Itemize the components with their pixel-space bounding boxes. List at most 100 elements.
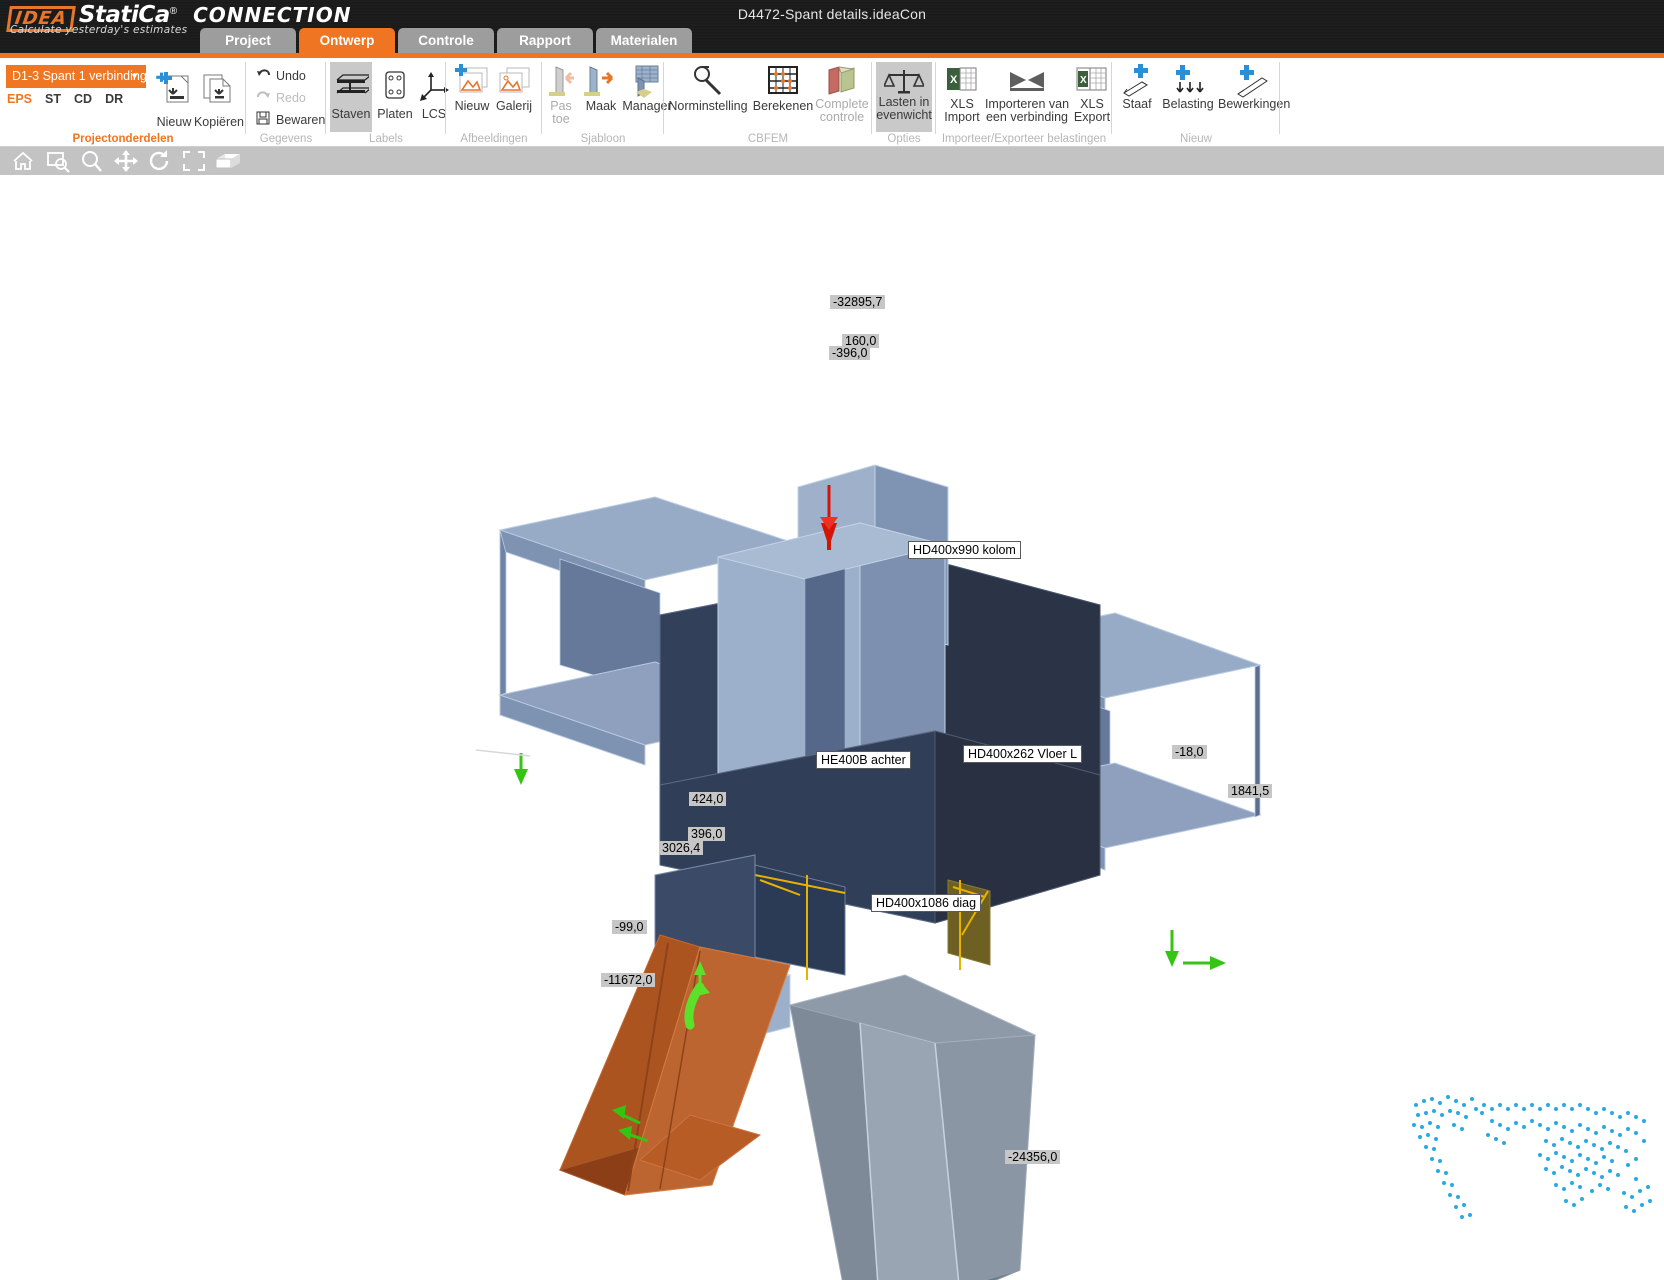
ribbon-group-title-sjabloon: Sjabloon [580,133,626,145]
redo-button[interactable]: Redo [256,88,325,108]
image-new-label: Nieuw [454,99,490,113]
xls-import-label: XLS Import [944,97,980,124]
code-dr[interactable]: DR [105,92,123,106]
redo-label: Redo [276,91,306,105]
code-eps[interactable]: EPS [7,92,32,106]
zoom-window-icon [47,152,70,173]
ribbon-group-projectonderdelen: D1-3 Spant 1 verbinding ▼ EPS ST CD DR Nieu… [0,58,246,146]
pan-button[interactable] [113,149,139,173]
xls-import-button[interactable]: X XLS Import [940,64,984,124]
force-label-3026: 3026,4 [659,841,704,855]
rotate-button[interactable] [147,149,173,173]
new-connection-button[interactable]: Nieuw [152,72,196,129]
new-load-label: Belasting [1162,97,1214,111]
save-button[interactable]: Bewaren [256,110,325,130]
scales-icon [884,70,924,94]
home-view-button[interactable] [10,149,36,173]
ribbon-toolbar: D1-3 Spant 1 verbinding ▼ EPS ST CD DR Nieu… [0,58,1664,146]
model-viewport-3d[interactable]: HD400x990 kolom HE400B achter HD400x262 … [0,175,1664,1280]
import-connection-icon [1010,72,1044,91]
expand-icon [183,151,205,171]
new-document-icon [156,72,189,103]
image-gallery-label: Galerij [495,99,533,113]
import-from-connection-button[interactable]: Importeren van een verbinding [984,64,1070,124]
force-arrow-right-beam-side [1183,956,1226,970]
new-member-button[interactable]: Staaf [1116,64,1158,111]
ribbon-group-title-projectonderdelen: Projectonderdelen [72,133,174,145]
code-setup-button[interactable]: Norminstelling [668,64,748,113]
apply-template-icon [549,66,574,96]
code-st[interactable]: ST [45,92,61,106]
view-toolbar [0,147,1664,175]
member-label-vloer-l: HD400x262 Vloer L [963,745,1083,763]
tab-controle[interactable]: Controle [398,28,494,53]
force-label-neg24356: -24356,0 [1005,1150,1061,1164]
connection-selector[interactable]: D1-3 Spant 1 verbinding ▼ [6,65,147,88]
new-operations-button[interactable]: Bewerkingen [1218,64,1291,111]
calculate-button[interactable]: Berekenen [750,64,816,113]
new-connection-label: Nieuw [156,115,192,129]
ribbon-group-afbeeldingen: Nieuw Galerij Afbeeldingen [446,58,542,146]
gallery-icon [499,67,530,93]
home-icon [13,151,33,170]
new-operations-label: Bewerkingen [1218,97,1291,111]
copy-connection-button[interactable]: Kopiëren [193,74,245,129]
fit-to-screen-button[interactable] [181,149,207,173]
code-cd[interactable]: CD [74,92,92,106]
box-render-icon [215,154,240,169]
full-check-button[interactable]: Complete controle [814,64,870,124]
tab-materialen[interactable]: Materialen [596,28,692,53]
ribbon-separator [1279,62,1280,134]
template-apply-button[interactable]: Pas toe [544,64,578,126]
zoom-button[interactable] [79,149,105,173]
image-new-button[interactable]: Nieuw [450,64,494,113]
new-operations-icon [1237,65,1268,98]
labels-plates-button[interactable]: Platen [374,62,416,132]
undo-button[interactable]: Undo [256,66,325,86]
ribbon-group-title-gegevens: Gegevens [259,133,313,145]
tab-project[interactable]: Project [200,28,296,53]
ribbon-group-title-nieuw: Nieuw [1180,133,1212,145]
ribbon-group-title-labels: Labels [369,133,403,145]
labels-plates-label: Platen [377,107,413,121]
ribbon-group-nieuw: Staaf Belasting Bewerkingen Nieuw [1112,58,1290,146]
code-toggle-row: EPS ST CD DR [7,92,136,106]
title-bar: IDEA StatiCa® CONNECTION Calculate yesterd… [0,0,1664,56]
zoom-window-button[interactable] [45,149,71,173]
tab-ontwerp[interactable]: Ontwerp [299,28,395,53]
template-create-button[interactable]: Maak [580,64,622,113]
loads-in-equilibrium-button[interactable]: Lasten in evenwicht [876,62,932,132]
ribbon-group-opties: Lasten in evenwicht Opties [872,58,936,146]
world-map-watermark-icon [1412,1095,1652,1219]
diagonal-member-rust [558,934,791,1196]
ribbon-group-labels: Staven Platen LCS Labels [326,58,449,146]
xls-export-label: XLS Export [1073,97,1111,124]
main-tab-bar: Project Ontwerp Controle Rapport Materia… [200,28,692,56]
labels-members-button[interactable]: Staven [330,62,372,132]
force-label-396: 396,0 [688,827,726,841]
force-label-1841: 1841,5 [1228,784,1273,798]
ribbon-group-title-loads-io: Importeer/Exporteer belastingen [941,133,1107,145]
member-label-column: HD400x990 kolom [908,541,1021,559]
wrench-icon [694,66,722,96]
new-load-icon [1176,65,1204,93]
document-title: D4472-Spant details.ideaCon [737,6,927,22]
template-create-label: Maak [585,99,617,113]
hd400x1086-diagonal [789,974,1036,1280]
new-member-label: Staaf [1122,97,1152,111]
new-load-button[interactable]: Belasting [1158,64,1218,111]
member-label-diagonal: HD400x1086 diag [871,894,982,912]
tab-rapport[interactable]: Rapport [497,28,593,53]
chevron-down-icon: ▼ [130,71,139,81]
xls-export-button[interactable]: X XLS Export [1070,64,1114,124]
new-member-icon [1123,64,1148,97]
ribbon-group-cbfem: Norminstelling Berekenen Complete contro… [664,58,872,146]
copy-document-icon [203,74,231,103]
render-mode-button[interactable] [213,149,240,173]
members-icon [336,74,369,94]
force-label-424: 424,0 [689,792,727,806]
template-apply-label: Pas toe [550,99,572,126]
svg-text:X: X [950,74,958,86]
image-gallery-button[interactable]: Galerij [492,64,536,113]
connection-selector-value: D1-3 Spant 1 verbinding [12,69,147,83]
